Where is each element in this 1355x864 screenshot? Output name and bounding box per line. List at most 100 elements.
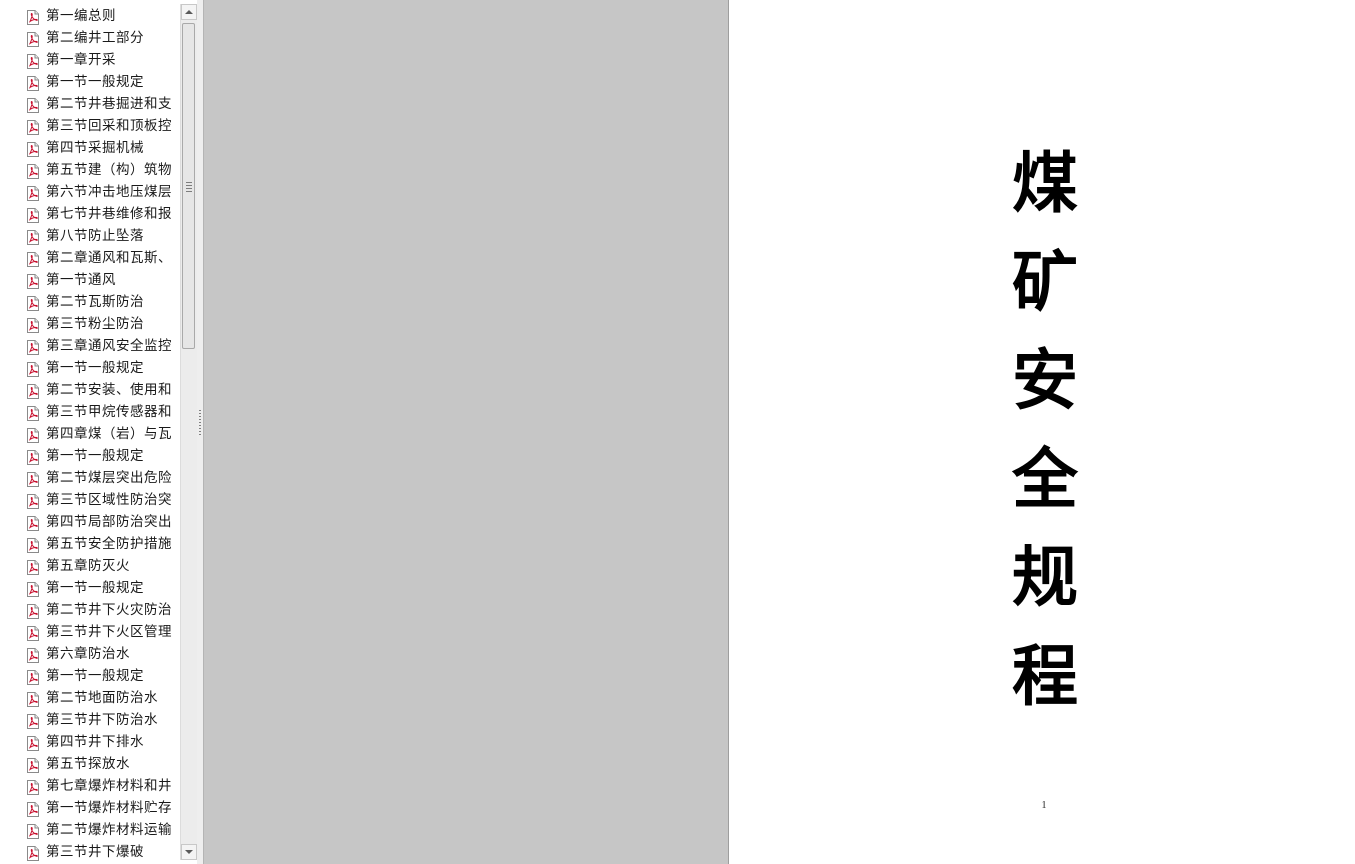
- bookmark-item-36[interactable]: 第七章爆炸材料和井: [0, 775, 181, 797]
- pdf-bookmark-icon: [26, 295, 40, 311]
- bookmark-label: 第二编井工部分: [46, 30, 144, 46]
- bookmark-item-3[interactable]: 第一章开采: [0, 49, 181, 71]
- bookmark-item-28[interactable]: 第二节井下火灾防治: [0, 599, 181, 621]
- bookmark-item-5[interactable]: 第二节井巷掘进和支: [0, 93, 181, 115]
- bookmark-item-38[interactable]: 第二节爆炸材料运输: [0, 819, 181, 841]
- bookmark-item-21[interactable]: 第一节一般规定: [0, 445, 181, 467]
- bookmark-item-16[interactable]: 第三章通风安全监控: [0, 335, 181, 357]
- bookmark-label: 第四节采掘机械: [46, 140, 144, 156]
- pdf-bookmark-icon: [26, 559, 40, 575]
- bookmark-label: 第一节一般规定: [46, 668, 144, 684]
- pdf-bookmark-icon: [26, 735, 40, 751]
- bookmark-label: 第二节井下火灾防治: [46, 602, 172, 618]
- bookmark-label: 第一节通风: [46, 272, 116, 288]
- pdf-bookmark-icon: [26, 361, 40, 377]
- bookmark-item-29[interactable]: 第三节井下火区管理: [0, 621, 181, 643]
- bookmark-item-33[interactable]: 第三节井下防治水: [0, 709, 181, 731]
- bookmark-item-2[interactable]: 第二编井工部分: [0, 27, 181, 49]
- title-character: 矿: [1012, 243, 1078, 321]
- pdf-bookmark-icon: [26, 449, 40, 465]
- bookmark-item-1[interactable]: 第一编总则: [0, 5, 181, 27]
- bookmark-item-17[interactable]: 第一节一般规定: [0, 357, 181, 379]
- bookmark-label: 第五节安全防护措施: [46, 536, 172, 552]
- bookmark-item-39[interactable]: 第三节井下爆破: [0, 841, 181, 863]
- pdf-bookmark-icon: [26, 97, 40, 113]
- bookmark-item-24[interactable]: 第四节局部防治突出: [0, 511, 181, 533]
- title-character: 程: [1012, 637, 1078, 715]
- pdf-bookmark-icon: [26, 757, 40, 773]
- bookmark-item-15[interactable]: 第三节粉尘防治: [0, 313, 181, 335]
- title-character: 全: [1012, 440, 1078, 518]
- pdf-bookmark-icon: [26, 515, 40, 531]
- bookmark-item-26[interactable]: 第五章防灭火: [0, 555, 181, 577]
- bookmark-item-18[interactable]: 第二节安装、使用和: [0, 379, 181, 401]
- bookmark-label: 第三节井下爆破: [46, 844, 144, 860]
- bookmark-item-20[interactable]: 第四章煤（岩）与瓦: [0, 423, 181, 445]
- scrollbar-grip-icon: [186, 182, 192, 194]
- bookmark-label: 第四章煤（岩）与瓦: [46, 426, 172, 442]
- bookmark-item-37[interactable]: 第一节爆炸材料贮存: [0, 797, 181, 819]
- bookmark-label: 第五节建（构）筑物: [46, 162, 172, 178]
- bookmark-item-25[interactable]: 第五节安全防护措施: [0, 533, 181, 555]
- bookmark-item-9[interactable]: 第六节冲击地压煤层: [0, 181, 181, 203]
- scroll-up-arrow-icon[interactable]: [181, 4, 197, 20]
- bookmark-item-22[interactable]: 第二节煤层突出危险: [0, 467, 181, 489]
- pdf-bookmark-icon: [26, 31, 40, 47]
- bookmark-label: 第一节一般规定: [46, 580, 144, 596]
- bookmark-item-19[interactable]: 第三节甲烷传感器和: [0, 401, 181, 423]
- bookmark-item-10[interactable]: 第七节井巷维修和报: [0, 203, 181, 225]
- page-number: 1: [1041, 800, 1047, 811]
- pdf-bookmark-icon: [26, 405, 40, 421]
- pdf-bookmark-icon: [26, 801, 40, 817]
- bookmark-label: 第六章防治水: [46, 646, 130, 662]
- bookmark-item-7[interactable]: 第四节采掘机械: [0, 137, 181, 159]
- bookmark-item-4[interactable]: 第一节一般规定: [0, 71, 181, 93]
- bookmark-item-14[interactable]: 第二节瓦斯防治: [0, 291, 181, 313]
- bookmarks-panel: 第一编总则 第二编井工部分 第一章开采 第一节一般规定 第二节井巷掘进和支 第三…: [0, 0, 198, 864]
- bookmark-item-13[interactable]: 第一节通风: [0, 269, 181, 291]
- bookmark-item-12[interactable]: 第二章通风和瓦斯、: [0, 247, 181, 269]
- pdf-bookmark-icon: [26, 581, 40, 597]
- panel-splitter[interactable]: [197, 0, 204, 864]
- bookmark-item-32[interactable]: 第二节地面防治水: [0, 687, 181, 709]
- bookmark-item-6[interactable]: 第三节回采和顶板控: [0, 115, 181, 137]
- bookmark-label: 第四节局部防治突出: [46, 514, 172, 530]
- pdf-bookmark-icon: [26, 339, 40, 355]
- bookmark-label: 第二节安装、使用和: [46, 382, 172, 398]
- pdf-bookmark-icon: [26, 845, 40, 861]
- bookmark-item-23[interactable]: 第三节区域性防治突: [0, 489, 181, 511]
- bookmark-item-31[interactable]: 第一节一般规定: [0, 665, 181, 687]
- bookmark-label: 第二节爆炸材料运输: [46, 822, 172, 838]
- bookmark-item-35[interactable]: 第五节探放水: [0, 753, 181, 775]
- pdf-bookmark-icon: [26, 163, 40, 179]
- bookmark-label: 第四节井下排水: [46, 734, 144, 750]
- pdf-bookmark-icon: [26, 273, 40, 289]
- bookmark-label: 第一编总则: [46, 8, 116, 24]
- pdf-bookmark-icon: [26, 141, 40, 157]
- bookmark-item-11[interactable]: 第八节防止坠落: [0, 225, 181, 247]
- bookmark-label: 第二节瓦斯防治: [46, 294, 144, 310]
- scroll-down-arrow-icon[interactable]: [181, 844, 197, 860]
- pdf-viewer-window: 第一编总则 第二编井工部分 第一章开采 第一节一般规定 第二节井巷掘进和支 第三…: [0, 0, 1355, 864]
- pdf-bookmark-icon: [26, 691, 40, 707]
- pdf-bookmark-icon: [26, 471, 40, 487]
- pdf-bookmark-icon: [26, 779, 40, 795]
- pdf-bookmark-icon: [26, 317, 40, 333]
- title-character: 煤: [1012, 145, 1078, 222]
- bookmark-label: 第三节甲烷传感器和: [46, 404, 172, 420]
- document-viewport[interactable]: 煤矿安全规程 1: [204, 0, 1355, 864]
- bookmarks-scrollbar[interactable]: [180, 4, 197, 860]
- bookmark-label: 第三节粉尘防治: [46, 316, 144, 332]
- pdf-bookmark-icon: [26, 603, 40, 619]
- bookmark-item-30[interactable]: 第六章防治水: [0, 643, 181, 665]
- bookmark-label: 第七节井巷维修和报: [46, 206, 172, 222]
- bookmark-item-27[interactable]: 第一节一般规定: [0, 577, 181, 599]
- bookmark-item-34[interactable]: 第四节井下排水: [0, 731, 181, 753]
- bookmark-label: 第三节井下火区管理: [46, 624, 172, 640]
- pdf-bookmark-icon: [26, 493, 40, 509]
- pdf-bookmark-icon: [26, 669, 40, 685]
- bookmark-label: 第一章开采: [46, 52, 116, 68]
- pdf-bookmark-icon: [26, 625, 40, 641]
- bookmark-item-8[interactable]: 第五节建（构）筑物: [0, 159, 181, 181]
- scrollbar-thumb[interactable]: [182, 23, 195, 349]
